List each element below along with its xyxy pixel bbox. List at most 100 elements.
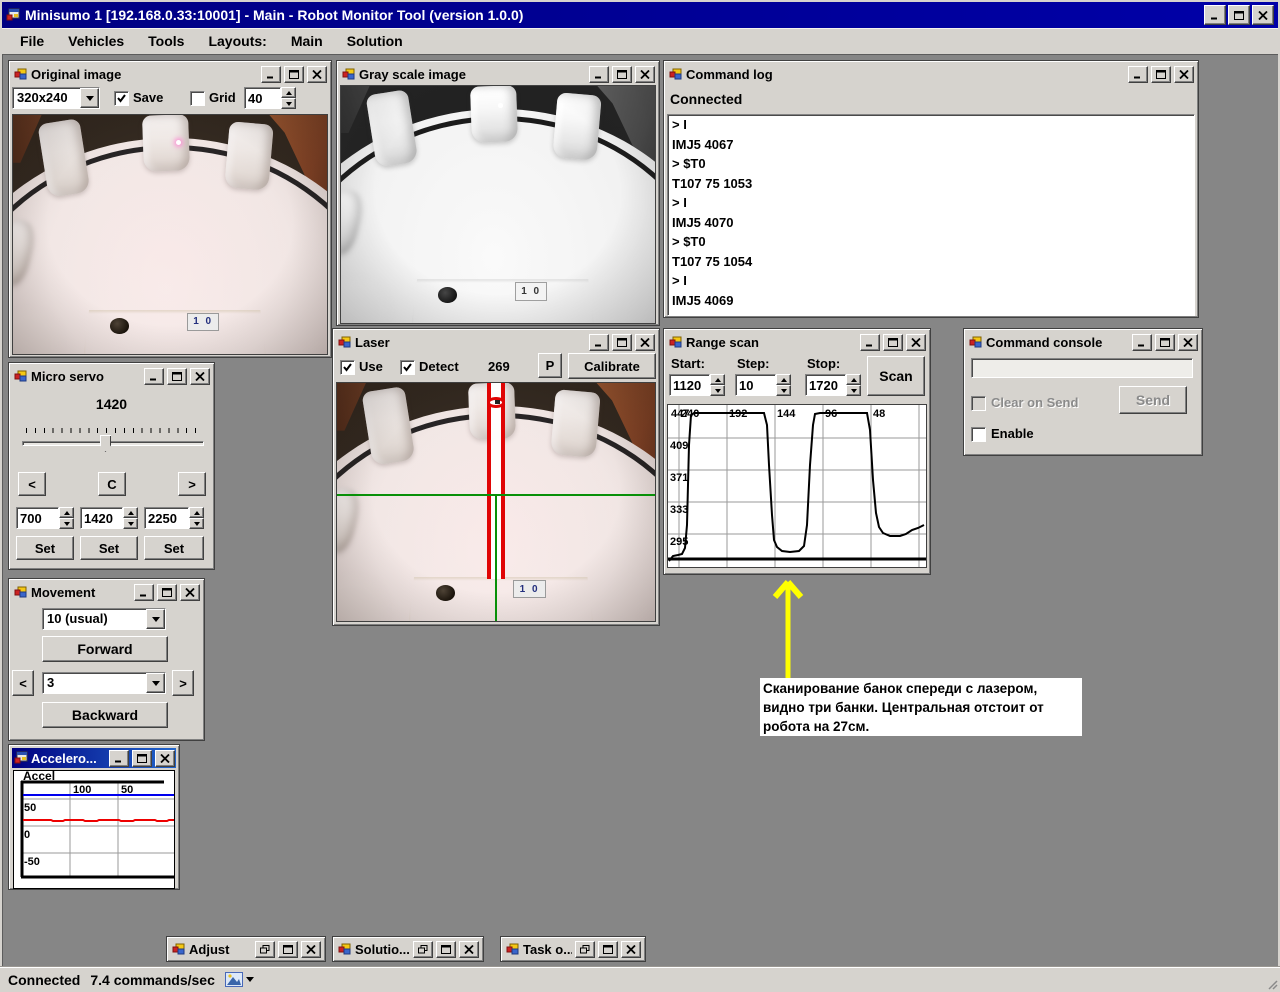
servo-left-button[interactable]: < <box>18 472 46 496</box>
spin-up-icon[interactable] <box>189 507 204 518</box>
maximize-icon[interactable] <box>157 584 177 601</box>
status-image-dropdown[interactable] <box>225 972 254 987</box>
spin-down-icon[interactable] <box>710 385 725 396</box>
maximize-icon[interactable] <box>284 66 304 83</box>
spin-up-icon[interactable] <box>59 507 74 518</box>
close-icon[interactable] <box>1174 66 1194 83</box>
spin-down-icon[interactable] <box>123 518 138 529</box>
maximize-icon[interactable] <box>1151 66 1171 83</box>
maximize-icon[interactable] <box>167 368 187 385</box>
enable-checkbox[interactable] <box>971 427 986 442</box>
spin-down-icon[interactable] <box>846 385 861 396</box>
use-checkbox[interactable] <box>340 360 355 375</box>
save-checkbox[interactable] <box>114 91 129 106</box>
resize-grip[interactable] <box>1264 976 1278 990</box>
turn-left-button[interactable]: < <box>12 670 34 696</box>
menu-vehicles[interactable]: Vehicles <box>56 28 136 54</box>
servo-right-button[interactable]: > <box>178 472 206 496</box>
accelerometer-titlebar[interactable]: Accelero... <box>12 748 176 768</box>
calibrate-button[interactable]: Calibrate <box>568 353 656 379</box>
servo-mid-stepper[interactable]: 1420 <box>80 507 138 529</box>
close-icon[interactable] <box>180 584 200 601</box>
servo-set-mid-button[interactable]: Set <box>80 536 138 560</box>
chevron-down-icon[interactable] <box>146 673 165 693</box>
minimize-icon[interactable] <box>1132 334 1152 351</box>
micro-servo-titlebar[interactable]: Micro servo <box>12 366 211 386</box>
spin-down-icon[interactable] <box>189 518 204 529</box>
spin-down-icon[interactable] <box>281 98 296 109</box>
restore-icon[interactable] <box>413 941 433 958</box>
close-icon[interactable] <box>459 941 479 958</box>
minimize-icon[interactable] <box>1204 5 1226 25</box>
spin-down-icon[interactable] <box>59 518 74 529</box>
spin-up-icon[interactable] <box>846 374 861 385</box>
command-log-list[interactable]: > IIMJ5 4067> $T0T107 75 1053> IIMJ5 407… <box>667 114 1195 316</box>
menu-file[interactable]: File <box>8 28 56 54</box>
backward-button[interactable]: Backward <box>42 702 168 728</box>
spin-up-icon[interactable] <box>776 374 791 385</box>
servo-set-min-button[interactable]: Set <box>16 536 74 560</box>
minimize-icon[interactable] <box>589 66 609 83</box>
steps-dropdown[interactable]: 3 <box>42 672 166 694</box>
menu-solution[interactable]: Solution <box>335 28 415 54</box>
menu-main[interactable]: Main <box>279 28 335 54</box>
task-titlebar[interactable]: Task o... <box>504 940 642 958</box>
adjust-titlebar[interactable]: Adjust <box>170 940 322 958</box>
close-icon[interactable] <box>307 66 327 83</box>
command-log-titlebar[interactable]: Command log <box>667 64 1195 84</box>
gray-image-titlebar[interactable]: Gray scale image <box>340 64 656 84</box>
laser-titlebar[interactable]: Laser <box>336 332 656 352</box>
maximize-icon[interactable] <box>883 334 903 351</box>
maximize-icon[interactable] <box>132 750 152 767</box>
maximize-icon[interactable] <box>612 66 632 83</box>
scan-button[interactable]: Scan <box>867 356 925 396</box>
maximize-icon[interactable] <box>598 941 618 958</box>
minimize-icon[interactable] <box>1128 66 1148 83</box>
grid-checkbox[interactable] <box>190 91 205 106</box>
servo-min-stepper[interactable]: 700 <box>16 507 74 529</box>
step-stepper[interactable]: 10 <box>735 374 791 396</box>
maximize-icon[interactable] <box>278 941 298 958</box>
spin-down-icon[interactable] <box>776 385 791 396</box>
restore-icon[interactable] <box>575 941 595 958</box>
menu-layouts[interactable]: Layouts: <box>196 28 278 54</box>
spin-up-icon[interactable] <box>281 87 296 98</box>
maximize-icon[interactable] <box>612 334 632 351</box>
servo-set-max-button[interactable]: Set <box>144 536 204 560</box>
chevron-down-icon[interactable] <box>146 609 165 629</box>
close-icon[interactable] <box>635 334 655 351</box>
grid-size-stepper[interactable]: 40 <box>244 87 296 109</box>
start-stepper[interactable]: 1120 <box>669 374 725 396</box>
close-icon[interactable] <box>635 66 655 83</box>
detect-checkbox[interactable] <box>400 360 415 375</box>
close-icon[interactable] <box>190 368 210 385</box>
close-icon[interactable] <box>1178 334 1198 351</box>
close-icon[interactable] <box>906 334 926 351</box>
minimize-icon[interactable] <box>589 334 609 351</box>
servo-center-button[interactable]: C <box>98 472 126 496</box>
close-icon[interactable] <box>621 941 641 958</box>
stop-stepper[interactable]: 1720 <box>805 374 861 396</box>
command-console-titlebar[interactable]: Command console <box>967 332 1199 352</box>
close-icon[interactable] <box>301 941 321 958</box>
close-icon[interactable] <box>155 750 175 767</box>
maximize-icon[interactable] <box>436 941 456 958</box>
minimize-icon[interactable] <box>261 66 281 83</box>
menu-tools[interactable]: Tools <box>136 28 196 54</box>
servo-slider[interactable] <box>22 441 204 446</box>
p-button[interactable]: P <box>538 353 562 378</box>
clear-on-send-checkbox[interactable] <box>971 396 986 411</box>
turn-right-button[interactable]: > <box>172 670 194 696</box>
send-button[interactable]: Send <box>1119 386 1187 414</box>
movement-titlebar[interactable]: Movement <box>12 582 201 602</box>
spin-up-icon[interactable] <box>123 507 138 518</box>
close-icon[interactable] <box>1252 5 1274 25</box>
original-image-titlebar[interactable]: Original image <box>12 64 328 84</box>
minimize-icon[interactable] <box>860 334 880 351</box>
main-title-bar[interactable]: Minisumo 1 [192.168.0.33:10001] - Main -… <box>2 2 1278 28</box>
restore-icon[interactable] <box>255 941 275 958</box>
maximize-icon[interactable] <box>1155 334 1175 351</box>
speed-dropdown[interactable]: 10 (usual) <box>42 608 166 630</box>
spin-up-icon[interactable] <box>710 374 725 385</box>
resolution-dropdown[interactable]: 320x240 <box>12 87 100 109</box>
